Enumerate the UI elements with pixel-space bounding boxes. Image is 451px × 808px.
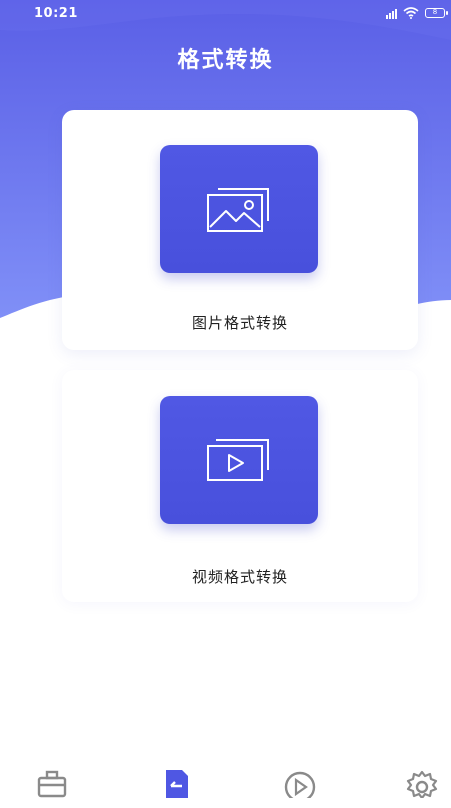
status-time: 10:21 xyxy=(34,6,78,21)
gear-icon xyxy=(406,770,438,798)
image-convert-label: 图片格式转换 xyxy=(191,314,288,332)
video-convert-button[interactable] xyxy=(160,396,318,524)
image-convert-card[interactable]: 图片格式转换 xyxy=(62,110,418,350)
page-title: 格式转换 xyxy=(177,48,274,73)
signal-icon xyxy=(386,8,397,19)
play-icon xyxy=(284,771,316,798)
toolbox-icon xyxy=(37,770,67,798)
video-convert-card[interactable]: 视频格式转换 xyxy=(62,370,418,602)
convert-icon xyxy=(166,770,188,798)
status-bar: 10:21 8 xyxy=(0,0,451,30)
nav-item-play[interactable] xyxy=(283,768,323,808)
battery-icon: 8 xyxy=(425,8,448,18)
video-icon xyxy=(207,439,269,481)
wifi-icon xyxy=(403,7,419,19)
nav-item-toolbox[interactable] xyxy=(35,768,75,808)
bottom-nav xyxy=(0,760,451,800)
status-icons: 8 xyxy=(386,7,448,19)
video-convert-label: 视频格式转换 xyxy=(191,568,288,586)
image-convert-button[interactable] xyxy=(160,145,318,273)
image-icon xyxy=(207,188,269,232)
nav-item-settings[interactable] xyxy=(405,768,445,808)
battery-level: 8 xyxy=(432,8,438,16)
nav-item-convert[interactable] xyxy=(160,768,200,808)
